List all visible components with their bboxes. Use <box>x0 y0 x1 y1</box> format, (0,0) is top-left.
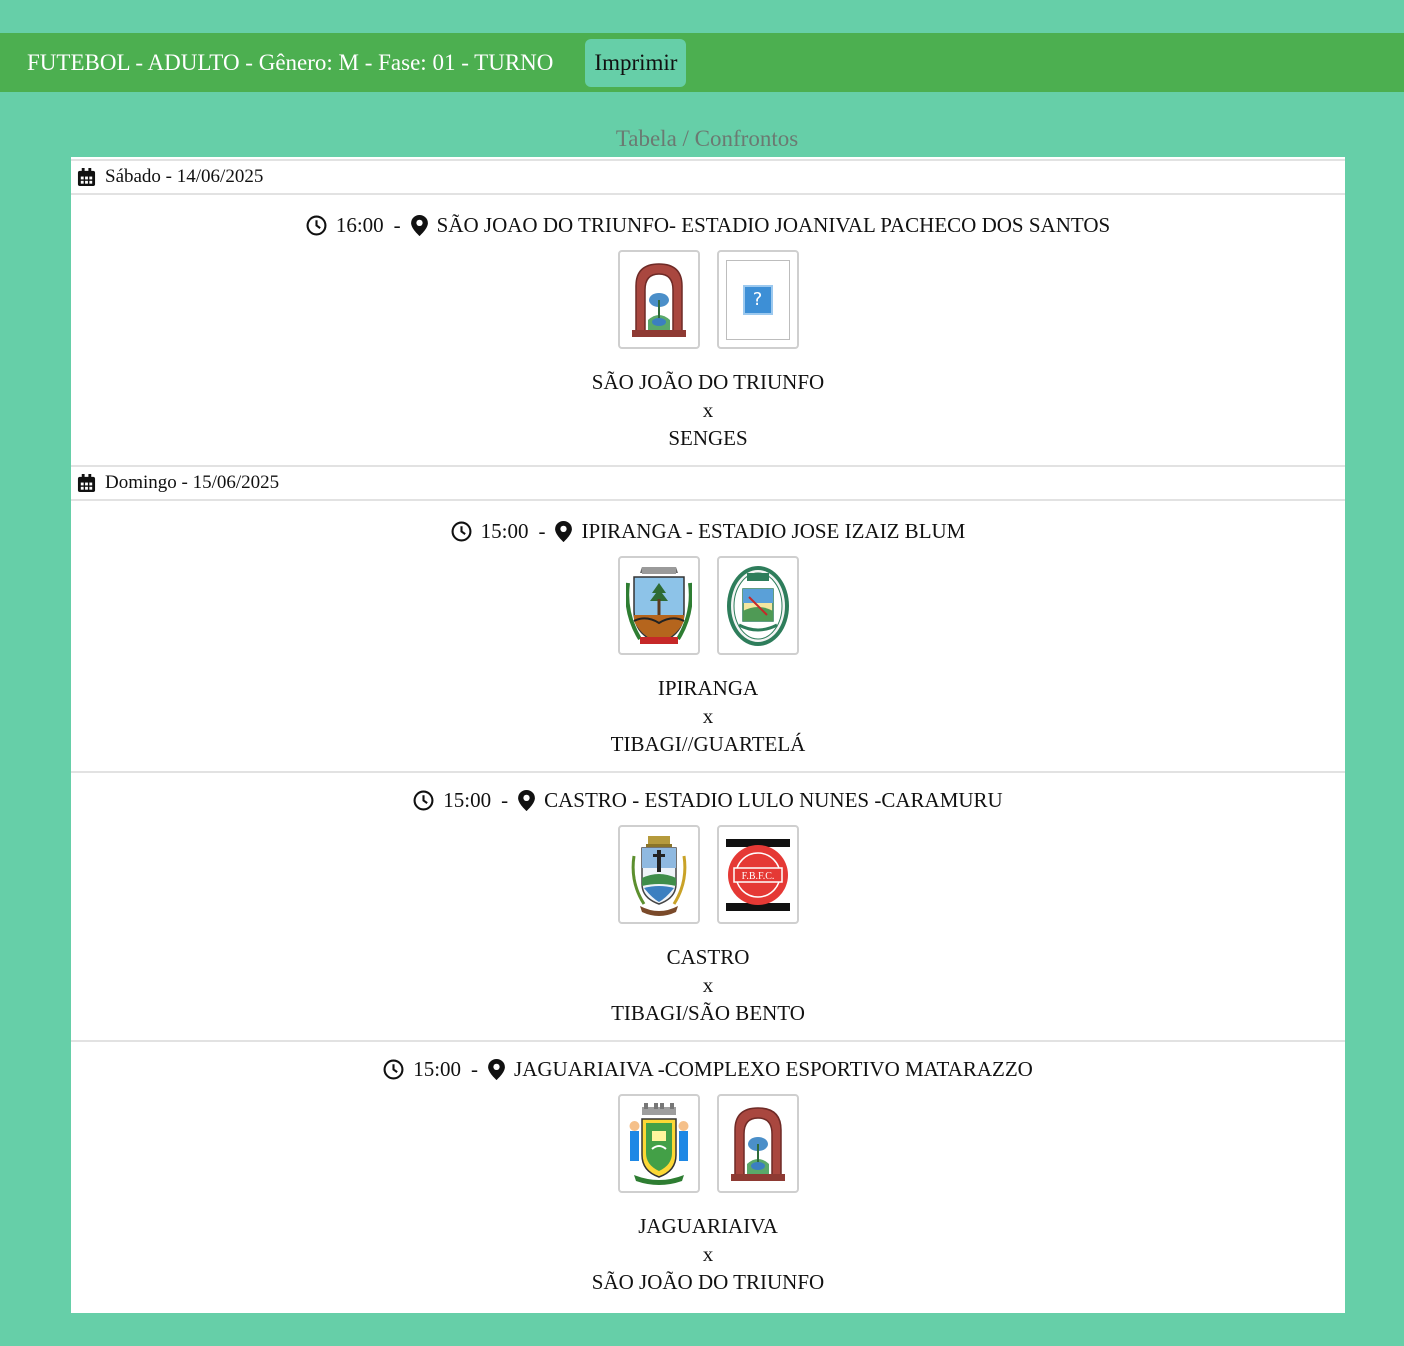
day-label: Sábado - 14/06/2025 <box>105 166 264 187</box>
day-header: Sábado - 14/06/2025 <box>71 159 1345 195</box>
away-team: TIBAGI/SÃO BENTO <box>611 1001 805 1025</box>
match-venue: JAGUARIAIVA -COMPLEXO ESPORTIVO MATARAZZ… <box>514 1056 1033 1081</box>
competition-title: FUTEBOL - ADULTO - Gênero: M - Fase: 01 … <box>27 49 554 75</box>
missing-image-placeholder: ? <box>725 259 790 340</box>
map-marker-icon <box>555 520 573 542</box>
tibagi-guartela-crest-icon <box>726 565 789 646</box>
match-info: 15:00 - JAGUARIAIVA -COMPLEXO ESPORTIVO … <box>71 1054 1345 1084</box>
match-time: 16:00 <box>335 212 384 237</box>
ipiranga-crest-icon <box>625 566 692 644</box>
teams: IPIRANGA x TIBAGI//GUARTELÁ <box>71 674 1345 758</box>
away-team-logo: ? <box>716 250 799 349</box>
home-team-logo <box>617 556 700 655</box>
match-venue: SÃO JOAO DO TRIUNFO- ESTADIO JOANIVAL PA… <box>436 212 1111 237</box>
match-info: 15:00 - CASTRO - ESTADIO LULO NUNES -CAR… <box>71 785 1345 815</box>
question-icon: ? <box>742 284 773 315</box>
calendar-icon <box>77 473 96 493</box>
away-team-logo <box>716 556 799 655</box>
match-time: 15:00 <box>413 1056 462 1081</box>
away-team-logo <box>716 1094 799 1193</box>
match-info: 15:00 - IPIRANGA - ESTADIO JOSE IZAIZ BL… <box>71 516 1345 546</box>
away-team: TIBAGI//GUARTELÁ <box>610 732 806 756</box>
clock-icon <box>451 521 472 542</box>
home-team-logo <box>617 1094 700 1193</box>
versus: x <box>702 973 714 997</box>
match-venue: CASTRO - ESTADIO LULO NUNES -CARAMURU <box>544 787 1003 812</box>
away-team-logo: F.B.F.C. <box>716 825 799 924</box>
team-logos: ? <box>71 250 1345 349</box>
map-marker-icon <box>410 214 428 236</box>
section-title: Tabela / Confrontos <box>615 126 799 151</box>
separator: - <box>538 518 546 543</box>
home-team-logo <box>617 825 700 924</box>
match-divider <box>71 1040 1345 1042</box>
clock-icon <box>383 1059 404 1080</box>
match-card: 15:00 - JAGUARIAIVA -COMPLEXO ESPORTIVO … <box>71 1054 1345 1296</box>
jaguariaiva-crest-icon <box>629 1102 688 1185</box>
day-header: Domingo - 15/06/2025 <box>71 465 1345 501</box>
top-bar: FUTEBOL - ADULTO - Gênero: M - Fase: 01 … <box>0 33 1404 92</box>
separator: - <box>471 1056 479 1081</box>
teams: JAGUARIAIVA x SÃO JOÃO DO TRIUNFO <box>71 1212 1345 1296</box>
versus: x <box>702 704 714 728</box>
match-time: 15:00 <box>480 518 529 543</box>
match-card: 15:00 - CASTRO - ESTADIO LULO NUNES -CAR… <box>71 785 1345 1027</box>
home-team: IPIRANGA <box>657 676 759 700</box>
home-team-logo <box>617 250 700 349</box>
separator: - <box>393 212 401 237</box>
teams: SÃO JOÃO DO TRIUNFO x SENGES <box>71 368 1345 452</box>
clock-icon <box>306 215 327 236</box>
print-button[interactable]: Imprimir <box>585 38 687 87</box>
separator: - <box>501 787 509 812</box>
match-divider <box>71 771 1345 773</box>
fbc-label: F.B.F.C. <box>741 871 774 882</box>
match-venue: IPIRANGA - ESTADIO JOSE IZAIZ BLUM <box>581 518 966 543</box>
fixtures-panel: Sábado - 14/06/2025 16:00 - SÃO JOAO DO … <box>71 157 1345 1313</box>
home-team: SÃO JOÃO DO TRIUNFO <box>591 370 825 394</box>
away-team: SÃO JOÃO DO TRIUNFO <box>591 1270 825 1294</box>
map-marker-icon <box>488 1058 505 1080</box>
sao-bento-fbc-crest-icon: F.B.F.C. <box>725 838 790 911</box>
castro-crest-icon <box>631 835 686 916</box>
arch-crest-icon <box>631 262 686 337</box>
calendar-icon <box>77 167 96 187</box>
match-info: 16:00 - SÃO JOAO DO TRIUNFO- ESTADIO JOA… <box>71 210 1345 240</box>
home-team: CASTRO <box>666 945 750 969</box>
teams: CASTRO x TIBAGI/SÃO BENTO <box>71 943 1345 1027</box>
home-team: JAGUARIAIVA <box>638 1214 778 1238</box>
map-marker-icon <box>518 789 536 811</box>
versus: x <box>702 398 714 422</box>
versus: x <box>702 1242 714 1266</box>
match-time: 15:00 <box>443 787 492 812</box>
team-logos: F.B.F.C. <box>71 825 1345 924</box>
arch-crest-icon <box>730 1106 785 1181</box>
match-card: 16:00 - SÃO JOAO DO TRIUNFO- ESTADIO JOA… <box>71 210 1345 452</box>
team-logos <box>71 1094 1345 1193</box>
away-team: SENGES <box>668 426 748 450</box>
clock-icon <box>413 790 434 811</box>
match-card: 15:00 - IPIRANGA - ESTADIO JOSE IZAIZ BL… <box>71 516 1345 758</box>
team-logos <box>71 556 1345 655</box>
day-label: Domingo - 15/06/2025 <box>105 472 280 493</box>
